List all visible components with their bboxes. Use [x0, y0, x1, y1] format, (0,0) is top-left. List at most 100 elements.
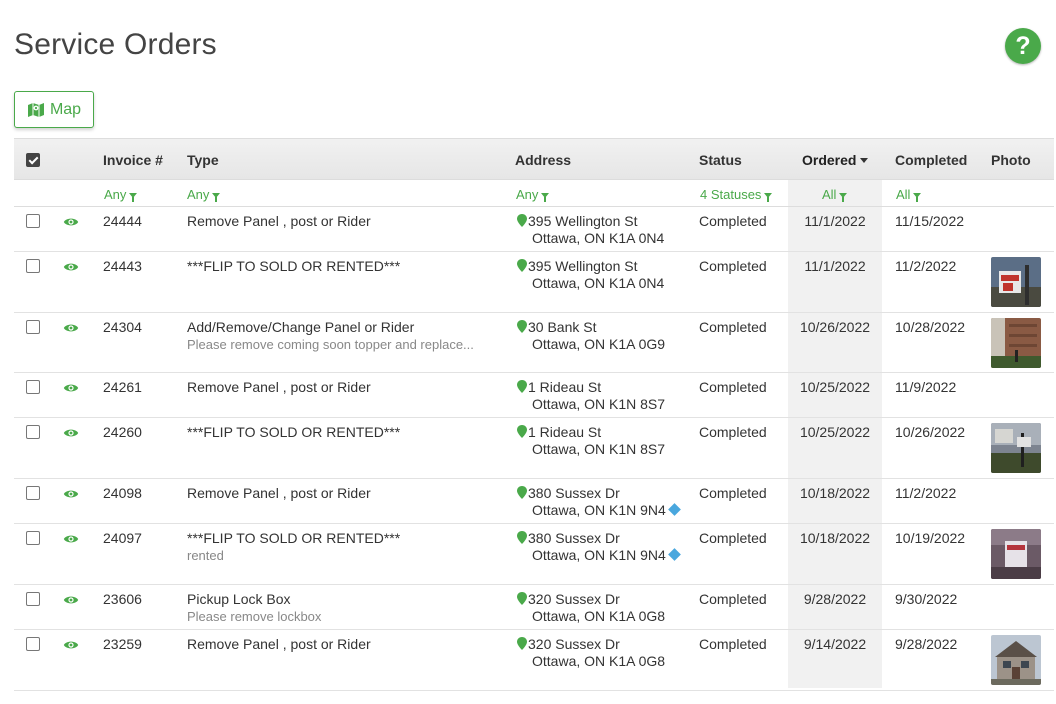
row-select-checkbox[interactable] — [26, 486, 40, 500]
filter-icon — [764, 193, 773, 202]
order-status: Completed — [699, 258, 767, 274]
order-type: Add/Remove/Change Panel or Rider — [187, 319, 415, 335]
grid-body: 24444 Remove Panel , post or Rider 395 Wel… — [14, 207, 1054, 691]
address-line-1: 1 Rideau St — [517, 379, 665, 396]
address-city: Ottawa, ON K1N 8S7 — [532, 396, 666, 412]
table-row[interactable]: 23259 Remove Panel , post or Rider 320 Sus… — [14, 630, 1054, 691]
address-street[interactable]: 395 Wellington St — [528, 213, 637, 229]
page-title: Service Orders — [14, 28, 217, 61]
order-type: Remove Panel , post or Rider — [187, 213, 371, 229]
address-street[interactable]: 30 Bank St — [528, 319, 597, 335]
filter-type[interactable]: Any — [187, 187, 221, 202]
filter-invoice[interactable]: Any — [104, 187, 138, 202]
row-select-checkbox[interactable] — [26, 425, 40, 439]
invoice-number[interactable]: 24304 — [103, 319, 142, 336]
map-button-label: Map — [49, 100, 82, 118]
table-row[interactable]: 24304 Add/Remove/Change Panel or Rider Ple… — [14, 313, 1054, 373]
header-ordered-label: Ordered — [802, 152, 857, 168]
header-invoice[interactable]: Invoice # — [103, 152, 163, 168]
address-street[interactable]: 320 Sussex Dr — [528, 636, 620, 652]
map-pin-icon — [517, 637, 527, 650]
row-select-checkbox[interactable] — [26, 531, 40, 545]
completed-date: 10/26/2022 — [895, 424, 966, 440]
table-row[interactable]: 24444 Remove Panel , post or Rider 395 Wel… — [14, 207, 1054, 252]
view-order-icon[interactable] — [63, 427, 79, 439]
completed-date: 9/28/2022 — [895, 636, 958, 652]
map-pin-icon — [517, 214, 527, 227]
address-line-1: 320 Sussex Dr — [517, 591, 665, 608]
invoice-number[interactable]: 24443 — [103, 258, 142, 275]
completed-date: 11/2/2022 — [895, 258, 957, 274]
row-select-checkbox[interactable] — [26, 259, 40, 273]
ordered-date: 10/25/2022 — [799, 424, 871, 440]
view-order-icon[interactable] — [63, 322, 79, 334]
invoice-number[interactable]: 24098 — [103, 485, 142, 502]
header-status[interactable]: Status — [699, 152, 742, 168]
filter-status[interactable]: 4 Statuses — [700, 187, 773, 202]
map-button[interactable]: Map — [14, 91, 94, 128]
view-order-icon[interactable] — [63, 639, 79, 651]
view-order-icon[interactable] — [63, 594, 79, 606]
order-type: ***FLIP TO SOLD OR RENTED*** — [187, 530, 401, 546]
view-order-icon[interactable] — [63, 488, 79, 500]
row-select-checkbox[interactable] — [26, 637, 40, 651]
filter-status-label: 4 Statuses — [700, 187, 762, 202]
order-photo-thumbnail[interactable] — [991, 318, 1041, 368]
address-street[interactable]: 320 Sussex Dr — [528, 591, 620, 607]
header-address[interactable]: Address — [515, 152, 571, 168]
invoice-number[interactable]: 24097 — [103, 530, 142, 547]
completed-date: 11/2/2022 — [895, 485, 957, 501]
map-pin-icon — [517, 320, 527, 333]
table-row[interactable]: 24098 Remove Panel , post or Rider 380 Sus… — [14, 479, 1054, 524]
filter-ordered[interactable]: All — [822, 187, 848, 202]
view-order-icon[interactable] — [63, 533, 79, 545]
table-row[interactable]: 24260 ***FLIP TO SOLD OR RENTED*** 1 Ridea… — [14, 418, 1054, 479]
row-select-checkbox[interactable] — [26, 592, 40, 606]
order-photo-thumbnail[interactable] — [991, 257, 1041, 307]
map-pin-icon — [517, 380, 527, 393]
address-street[interactable]: 1 Rideau St — [528, 424, 601, 440]
table-row[interactable]: 23606 Pickup Lock Box Please remove lockbo… — [14, 585, 1054, 630]
view-order-icon[interactable] — [63, 382, 79, 394]
address-line-1: 1 Rideau St — [517, 424, 665, 441]
help-button[interactable]: ? — [1005, 28, 1041, 64]
address-line-2: Ottawa, ON K1N 8S7 — [517, 396, 665, 413]
directions-icon[interactable] — [667, 503, 681, 516]
invoice-number[interactable]: 23606 — [103, 591, 142, 608]
invoice-number[interactable]: 24261 — [103, 379, 142, 396]
ordered-date: 10/18/2022 — [799, 485, 871, 501]
row-select-checkbox[interactable] — [26, 214, 40, 228]
directions-icon[interactable] — [667, 548, 681, 561]
address-street[interactable]: 1 Rideau St — [528, 379, 601, 395]
table-row[interactable]: 24097 ***FLIP TO SOLD OR RENTED*** rented 3… — [14, 524, 1054, 585]
view-order-icon[interactable] — [63, 216, 79, 228]
invoice-number[interactable]: 24444 — [103, 213, 142, 230]
select-all-checkbox[interactable] — [26, 153, 40, 167]
order-note: Please remove coming soon topper and rep… — [187, 337, 474, 352]
row-select-checkbox[interactable] — [26, 380, 40, 394]
invoice-number[interactable]: 23259 — [103, 636, 142, 653]
address-street[interactable]: 380 Sussex Dr — [528, 530, 620, 546]
completed-date: 10/28/2022 — [895, 319, 966, 335]
order-photo-thumbnail[interactable] — [991, 635, 1041, 685]
address-street[interactable]: 395 Wellington St — [528, 258, 637, 274]
order-photo-thumbnail[interactable] — [991, 423, 1041, 473]
order-status: Completed — [699, 213, 767, 229]
header-type[interactable]: Type — [187, 152, 219, 168]
order-photo-thumbnail[interactable] — [991, 529, 1041, 579]
table-row[interactable]: 24443 ***FLIP TO SOLD OR RENTED*** 395 Wel… — [14, 252, 1054, 313]
row-select-checkbox[interactable] — [26, 320, 40, 334]
filter-completed[interactable]: All — [896, 187, 922, 202]
view-order-icon[interactable] — [63, 261, 79, 273]
address-city: Ottawa, ON K1A 0G9 — [532, 336, 666, 352]
filter-address[interactable]: Any — [516, 187, 550, 202]
filter-invoice-label: Any — [104, 187, 127, 202]
table-row[interactable]: 24261 Remove Panel , post or Rider 1 Ridea… — [14, 373, 1054, 418]
address-street[interactable]: 380 Sussex Dr — [528, 485, 620, 501]
order-type: Remove Panel , post or Rider — [187, 379, 371, 395]
header-ordered[interactable]: Ordered — [802, 152, 869, 168]
invoice-number[interactable]: 24260 — [103, 424, 142, 441]
ordered-date: 9/28/2022 — [803, 591, 867, 607]
header-completed[interactable]: Completed — [895, 152, 967, 168]
map-icon — [27, 102, 44, 117]
